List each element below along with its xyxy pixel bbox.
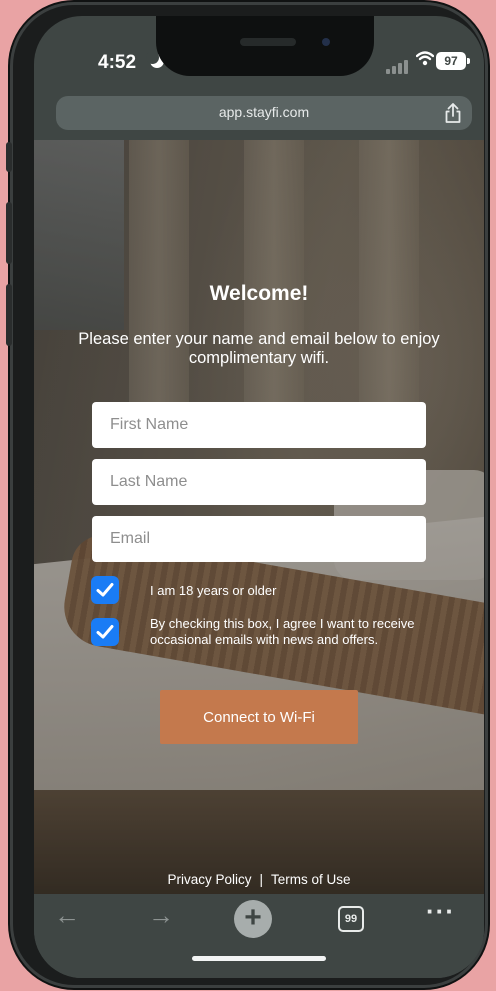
url-text[interactable]: app.stayfi.com: [56, 104, 472, 120]
phone-screen: 4:52 97 app.stayfi.com Welcome! Please e…: [34, 16, 484, 978]
volume-down-button: [6, 284, 12, 346]
plus-icon[interactable]: +: [234, 900, 272, 938]
intro-text: Please enter your name and email below t…: [78, 330, 440, 367]
home-indicator[interactable]: [192, 956, 326, 961]
connect-wifi-button[interactable]: Connect to Wi-Fi: [160, 690, 358, 744]
email-input[interactable]: [92, 516, 426, 562]
silent-switch: [6, 142, 12, 172]
phone-frame: 4:52 97 app.stayfi.com Welcome! Please e…: [6, 2, 488, 988]
first-name-input[interactable]: [92, 402, 426, 448]
tabs-icon[interactable]: 99: [338, 906, 364, 932]
volume-up-button: [6, 202, 12, 264]
footer-separator: |: [259, 872, 263, 887]
checkmark-icon: [96, 625, 114, 639]
notch: [156, 16, 374, 76]
browser-toolbar: ← → + 99 ···: [34, 894, 484, 978]
wifi-icon: [415, 50, 435, 71]
age-checkbox[interactable]: [91, 576, 119, 604]
forward-arrow-icon[interactable]: →: [148, 900, 174, 931]
signal-icon: [386, 56, 410, 74]
privacy-policy-link[interactable]: Privacy Policy: [167, 872, 251, 887]
terms-of-use-link[interactable]: Terms of Use: [271, 872, 351, 887]
share-icon[interactable]: [444, 102, 462, 129]
footer-links: Privacy Policy | Terms of Use: [34, 872, 484, 887]
age-checkbox-label: I am 18 years or older: [150, 583, 277, 598]
status-bar: 4:52 97: [34, 16, 484, 96]
address-bar[interactable]: app.stayfi.com: [56, 96, 472, 130]
captive-portal: Welcome! Please enter your name and emai…: [34, 140, 484, 894]
welcome-title: Welcome!: [209, 282, 309, 305]
camera: [322, 38, 330, 46]
more-icon[interactable]: ···: [426, 896, 455, 927]
consent-checkbox-label: By checking this box, I agree I want to …: [150, 616, 415, 647]
back-arrow-icon[interactable]: ←: [54, 900, 80, 931]
speaker: [240, 38, 296, 46]
consent-checkbox[interactable]: [91, 618, 119, 646]
battery-icon: 97: [436, 52, 470, 70]
last-name-input[interactable]: [92, 459, 426, 505]
checkmark-icon: [96, 583, 114, 597]
status-time: 4:52: [98, 52, 137, 73]
